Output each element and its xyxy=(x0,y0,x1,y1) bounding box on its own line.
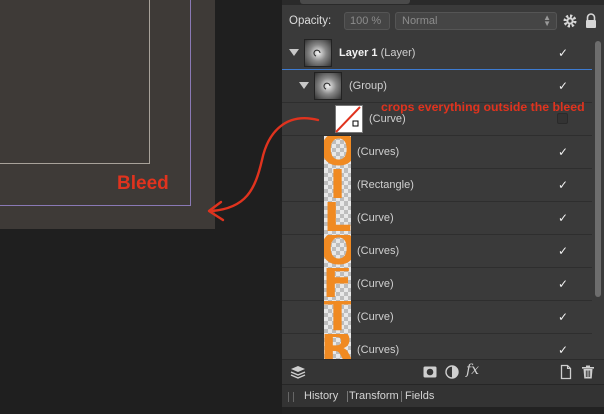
visibility-checkbox[interactable]: ✓ xyxy=(557,344,569,356)
tab-transform[interactable]: Transform xyxy=(349,390,399,402)
gear-icon[interactable] xyxy=(562,13,578,29)
document-canvas[interactable]: Bleed xyxy=(0,0,282,414)
layers-scrollbar[interactable] xyxy=(592,37,604,359)
annotation-callout-text: crops everything outside the bleed xyxy=(381,100,585,114)
expand-triangle-icon[interactable] xyxy=(299,82,309,89)
updown-chevron-icon: ▲ ▼ xyxy=(543,13,551,28)
layer-name-bold: Layer 1 xyxy=(339,47,378,59)
thumbnail-letter: F xyxy=(324,268,351,301)
new-layer-icon[interactable] xyxy=(558,364,574,380)
layer-row[interactable]: O (Curves) ✓ xyxy=(282,235,592,268)
visibility-checkbox[interactable]: ✓ xyxy=(557,245,569,257)
panel-grip-handle[interactable] xyxy=(288,392,294,402)
opacity-value: 100 % xyxy=(350,15,382,27)
visibility-checkbox[interactable]: ✓ xyxy=(557,80,569,92)
layer-name: (Curves) xyxy=(357,344,400,356)
letter-thumbnail: T xyxy=(324,301,351,334)
thumbnail-letter: I xyxy=(329,169,346,202)
layer-row[interactable]: L (Curve) ✓ xyxy=(282,202,592,235)
visibility-checkbox[interactable]: ✓ xyxy=(557,278,569,290)
panel-tab-strip xyxy=(282,0,604,5)
lock-icon[interactable] xyxy=(584,13,598,29)
layer-row[interactable]: (Group) ✓ xyxy=(282,70,592,103)
bleed-annotation-label: Bleed xyxy=(117,173,169,194)
letter-thumbnail: R xyxy=(324,334,351,359)
layer-name: Layer 1 (Layer) xyxy=(339,47,415,59)
layer-name: (Curves) xyxy=(357,245,400,257)
fx-icon[interactable]: fx xyxy=(466,362,482,378)
thumbnail-letter: R xyxy=(324,334,351,359)
layers-list[interactable]: Layer 1 (Layer) ✓ (Group) ✓ (Curve) O (Curves)… xyxy=(282,37,592,359)
trash-icon[interactable] xyxy=(580,364,596,380)
visibility-checkbox[interactable] xyxy=(557,113,568,124)
artboard[interactable] xyxy=(0,0,215,229)
visibility-checkbox[interactable]: ✓ xyxy=(557,212,569,224)
mask-icon[interactable] xyxy=(422,364,438,380)
layer-row[interactable]: T (Curve) ✓ xyxy=(282,301,592,334)
blend-mode-select[interactable]: Normal ▲ ▼ xyxy=(395,12,557,30)
layer-row[interactable]: R (Curves) ✓ xyxy=(282,334,592,359)
panel-bottom-edge xyxy=(282,407,604,414)
thumbnail-letter: T xyxy=(324,301,351,334)
opacity-label: Opacity: xyxy=(289,15,332,27)
tab-divider xyxy=(347,391,348,402)
letter-thumbnail: O xyxy=(324,136,351,169)
thumbnail-letter: O xyxy=(324,235,351,268)
layer-row[interactable]: I (Rectangle) ✓ xyxy=(282,169,592,202)
letter-thumbnail: F xyxy=(324,268,351,301)
adjustment-icon[interactable] xyxy=(444,364,460,380)
letter-thumbnail: L xyxy=(324,202,351,235)
visibility-checkbox[interactable]: ✓ xyxy=(557,146,569,158)
layer-name: (Curve) xyxy=(357,212,394,224)
tab-divider xyxy=(401,391,402,402)
opacity-field[interactable]: 100 % ▾ xyxy=(344,12,450,30)
layer-name: (Curve) xyxy=(357,278,394,290)
blend-mode-value: Normal xyxy=(402,15,438,27)
tab-history[interactable]: History xyxy=(304,390,338,402)
thumbnail-letter: L xyxy=(324,202,351,235)
curve-mask-thumbnail xyxy=(335,105,363,133)
layers-studio-panel: Opacity: 100 % ▾ Normal ▲▼ Layer 1 (Laye… xyxy=(282,0,604,414)
layer-type-suffix: (Layer) xyxy=(377,47,416,59)
thumbnail-letter: O xyxy=(324,136,351,169)
layer-row[interactable]: F (Curve) ✓ xyxy=(282,268,592,301)
layer-name: (Curves) xyxy=(357,146,400,158)
letter-thumbnail: O xyxy=(324,235,351,268)
visibility-checkbox[interactable]: ✓ xyxy=(557,179,569,191)
layer-name: (Curve) xyxy=(357,311,394,323)
visibility-checkbox[interactable]: ✓ xyxy=(557,47,569,59)
layer-thumbnail xyxy=(304,39,332,67)
tab-fields[interactable]: Fields xyxy=(405,390,434,402)
layers-stack-icon[interactable] xyxy=(290,364,306,380)
layer-row[interactable]: O (Curves) ✓ xyxy=(282,136,592,169)
layers-toolbar: fx xyxy=(282,359,604,384)
layer-thumbnail xyxy=(314,72,342,100)
layer-properties-bar: Opacity: 100 % ▾ Normal ▲▼ xyxy=(282,9,604,35)
visibility-checkbox[interactable]: ✓ xyxy=(557,311,569,323)
layer-row[interactable]: Layer 1 (Layer) ✓ xyxy=(282,37,592,70)
layer-name: (Group) xyxy=(349,80,387,92)
margin-guide xyxy=(0,0,150,164)
letter-thumbnail: I xyxy=(324,169,351,202)
layer-name: (Rectangle) xyxy=(357,179,414,191)
tab-stub[interactable] xyxy=(300,0,410,4)
layer-name: (Curve) xyxy=(369,113,406,125)
expand-triangle-icon[interactable] xyxy=(289,49,299,56)
scrollbar-thumb[interactable] xyxy=(595,41,601,297)
bottom-tabs-bar: History Transform Fields xyxy=(282,384,604,408)
